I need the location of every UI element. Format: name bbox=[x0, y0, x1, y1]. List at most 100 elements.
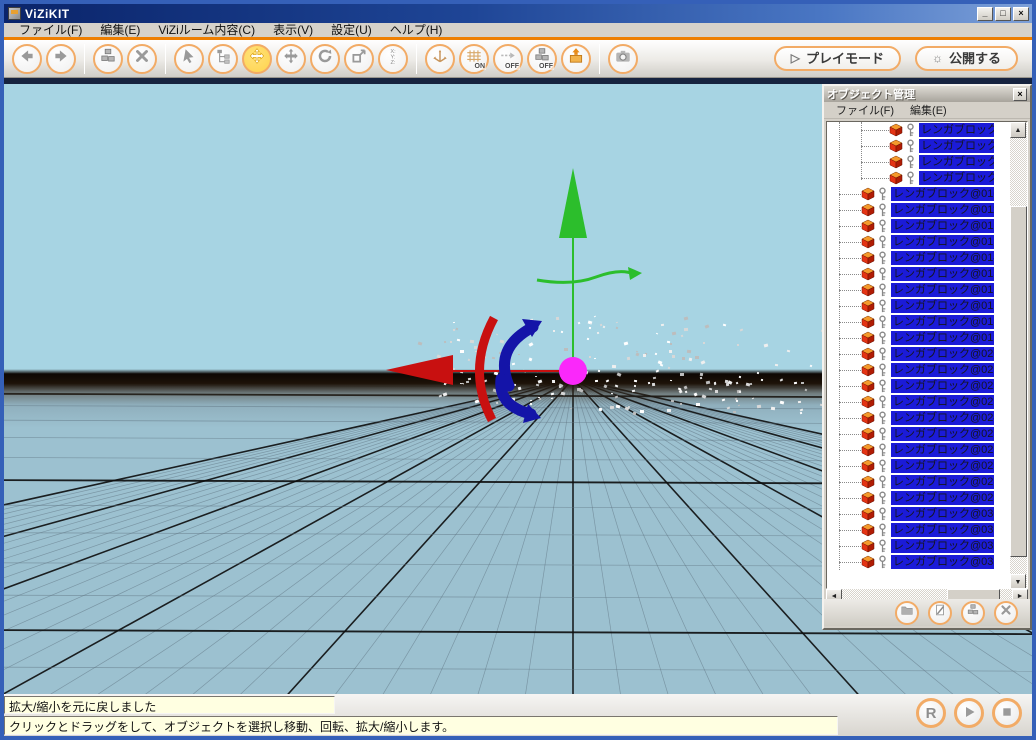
rotate-tool[interactable] bbox=[310, 44, 340, 74]
list-item[interactable]: レンガブロック@033 bbox=[827, 554, 994, 570]
camera-button[interactable] bbox=[608, 44, 638, 74]
vertical-scroll-thumb[interactable] bbox=[1010, 206, 1027, 557]
vertical-scrollbar[interactable]: ▲ ▼ bbox=[1010, 122, 1027, 589]
list-item[interactable]: レンガブロック@016 bbox=[827, 282, 994, 298]
list-item[interactable]: レンガブロック@013 bbox=[827, 234, 994, 250]
toolbar-separator bbox=[599, 44, 600, 74]
object-manager-panel: オブジェクト管理 × ファイル(F)編集(E) レンガブロック@006レンガブロ… bbox=[822, 84, 1032, 630]
tree-line-vertical bbox=[861, 122, 862, 180]
box-up-icon bbox=[567, 47, 585, 70]
play-button[interactable] bbox=[954, 698, 984, 728]
stop-button[interactable] bbox=[992, 698, 1022, 728]
export-box-button[interactable] bbox=[561, 44, 591, 74]
list-item[interactable]: レンガブロック@012 bbox=[827, 218, 994, 234]
menubar-item-2[interactable]: ViZiルーム内容(C) bbox=[149, 23, 264, 37]
tree-connector bbox=[839, 482, 861, 483]
menubar-item-3[interactable]: 表示(V) bbox=[264, 23, 322, 37]
list-item[interactable]: レンガブロック@011 bbox=[827, 202, 994, 218]
list-item[interactable]: レンガブロック@021 bbox=[827, 362, 994, 378]
list-item[interactable]: レンガブロック@022 bbox=[827, 378, 994, 394]
delete-object-button[interactable] bbox=[994, 601, 1018, 625]
close-button[interactable]: × bbox=[1013, 7, 1029, 21]
axis-tripod-toggle[interactable] bbox=[425, 44, 455, 74]
menubar-item-4[interactable]: 設定(U) bbox=[322, 23, 381, 37]
list-item[interactable]: レンガブロック@007 bbox=[827, 138, 994, 154]
key-icon bbox=[877, 187, 888, 202]
list-item[interactable]: レンガブロック@017 bbox=[827, 298, 994, 314]
list-item[interactable]: レンガブロック@008 bbox=[827, 154, 994, 170]
list-item[interactable]: レンガブロック@009 bbox=[827, 170, 994, 186]
toolbar-separator bbox=[84, 44, 85, 74]
new-folder-button[interactable] bbox=[895, 601, 919, 625]
back-button[interactable] bbox=[12, 44, 42, 74]
cubes-icon bbox=[966, 603, 980, 622]
menubar-item-5[interactable]: ヘルプ(H) bbox=[381, 23, 452, 37]
list-item[interactable]: レンガブロック@026 bbox=[827, 442, 994, 458]
tree-icon bbox=[214, 47, 232, 70]
list-item[interactable]: レンガブロック@014 bbox=[827, 250, 994, 266]
gizmo-center-handle[interactable] bbox=[559, 357, 587, 385]
status-area: 拡大/縮小を元に戻しました クリックとドラッグをして、オブジェクトを選択し移動、… bbox=[4, 694, 1032, 736]
menubar-item-1[interactable]: 編集(E) bbox=[91, 23, 149, 37]
blocks-button-panel[interactable] bbox=[961, 601, 985, 625]
reset-button[interactable]: R bbox=[916, 698, 946, 728]
tree-connector bbox=[839, 530, 861, 531]
scale-tool[interactable] bbox=[344, 44, 374, 74]
list-item[interactable]: レンガブロック@025 bbox=[827, 426, 994, 442]
toolbar-separator bbox=[416, 44, 417, 74]
axis-arrow-toggle[interactable]: OFF bbox=[493, 44, 523, 74]
menubar-item-0[interactable]: ファイル(F) bbox=[10, 23, 91, 37]
list-item[interactable]: レンガブロック@010 bbox=[827, 186, 994, 202]
object-label: レンガブロック@025 bbox=[891, 427, 994, 441]
maximize-button[interactable]: □ bbox=[995, 7, 1011, 21]
select-tool[interactable] bbox=[174, 44, 204, 74]
stop-icon bbox=[999, 704, 1015, 723]
translate-tool[interactable] bbox=[276, 44, 306, 74]
list-item[interactable]: レンガブロック@031 bbox=[827, 522, 994, 538]
list-item[interactable]: レンガブロック@023 bbox=[827, 394, 994, 410]
object-label: レンガブロック@020 bbox=[891, 347, 994, 361]
gizmo-rotate-y-ring[interactable] bbox=[537, 272, 634, 283]
gizmo-rotate-z-arc-upper[interactable] bbox=[504, 327, 533, 386]
blocks-button[interactable] bbox=[93, 44, 123, 74]
scroll-down-button[interactable]: ▼ bbox=[1010, 574, 1026, 589]
list-item[interactable]: レンガブロック@024 bbox=[827, 410, 994, 426]
gizmo-y-arrow[interactable] bbox=[559, 168, 587, 238]
list-item[interactable]: レンガブロック@020 bbox=[827, 346, 994, 362]
forward-button[interactable] bbox=[46, 44, 76, 74]
hierarchy-tool[interactable] bbox=[208, 44, 238, 74]
blocks-visibility-toggle[interactable]: OFF bbox=[527, 44, 557, 74]
block-icon bbox=[861, 187, 875, 201]
minimize-button[interactable]: _ bbox=[977, 7, 993, 21]
panel-menu-item-0[interactable]: ファイル(F) bbox=[828, 102, 902, 118]
object-label: レンガブロック@012 bbox=[891, 219, 994, 233]
grid-toggle[interactable]: ON bbox=[459, 44, 489, 74]
move-tool[interactable] bbox=[242, 44, 272, 74]
app-window: ViZiKIT _□× ファイル(F)編集(E)ViZiルーム内容(C)表示(V… bbox=[0, 0, 1036, 740]
list-item[interactable]: レンガブロック@032 bbox=[827, 538, 994, 554]
list-item[interactable]: レンガブロック@028 bbox=[827, 474, 994, 490]
tree-connector bbox=[861, 130, 889, 131]
rename-button[interactable] bbox=[928, 601, 952, 625]
list-item[interactable]: レンガブロック@029 bbox=[827, 490, 994, 506]
list-item[interactable]: レンガブロック@027 bbox=[827, 458, 994, 474]
coords-toggle[interactable]: X:Y:Z: bbox=[378, 44, 408, 74]
panel-close-button[interactable]: × bbox=[1013, 88, 1027, 101]
gizmo-rotate-x-arc[interactable] bbox=[479, 318, 494, 420]
object-label: レンガブロック@024 bbox=[891, 411, 994, 425]
panel-menu-item-1[interactable]: 編集(E) bbox=[902, 102, 955, 118]
key-icon bbox=[877, 507, 888, 522]
gizmo-x-arrow[interactable] bbox=[386, 355, 453, 385]
scroll-up-button[interactable]: ▲ bbox=[1010, 122, 1026, 138]
list-item[interactable]: レンガブロック@019 bbox=[827, 330, 994, 346]
list-item[interactable]: レンガブロック@030 bbox=[827, 506, 994, 522]
play-mode-button[interactable]: ▷ プレイモード bbox=[774, 46, 901, 72]
list-item[interactable]: レンガブロック@018 bbox=[827, 314, 994, 330]
publish-button[interactable]: ☼ 公開する bbox=[915, 46, 1018, 72]
gizmo-rotate-z-arc-lower[interactable] bbox=[501, 379, 531, 414]
list-item[interactable]: レンガブロック@006 bbox=[827, 122, 994, 138]
xyz-icon: X:Y:Z: bbox=[384, 47, 402, 70]
delete-button[interactable] bbox=[127, 44, 157, 74]
list-item[interactable]: レンガブロック@015 bbox=[827, 266, 994, 282]
block-icon bbox=[861, 443, 875, 457]
